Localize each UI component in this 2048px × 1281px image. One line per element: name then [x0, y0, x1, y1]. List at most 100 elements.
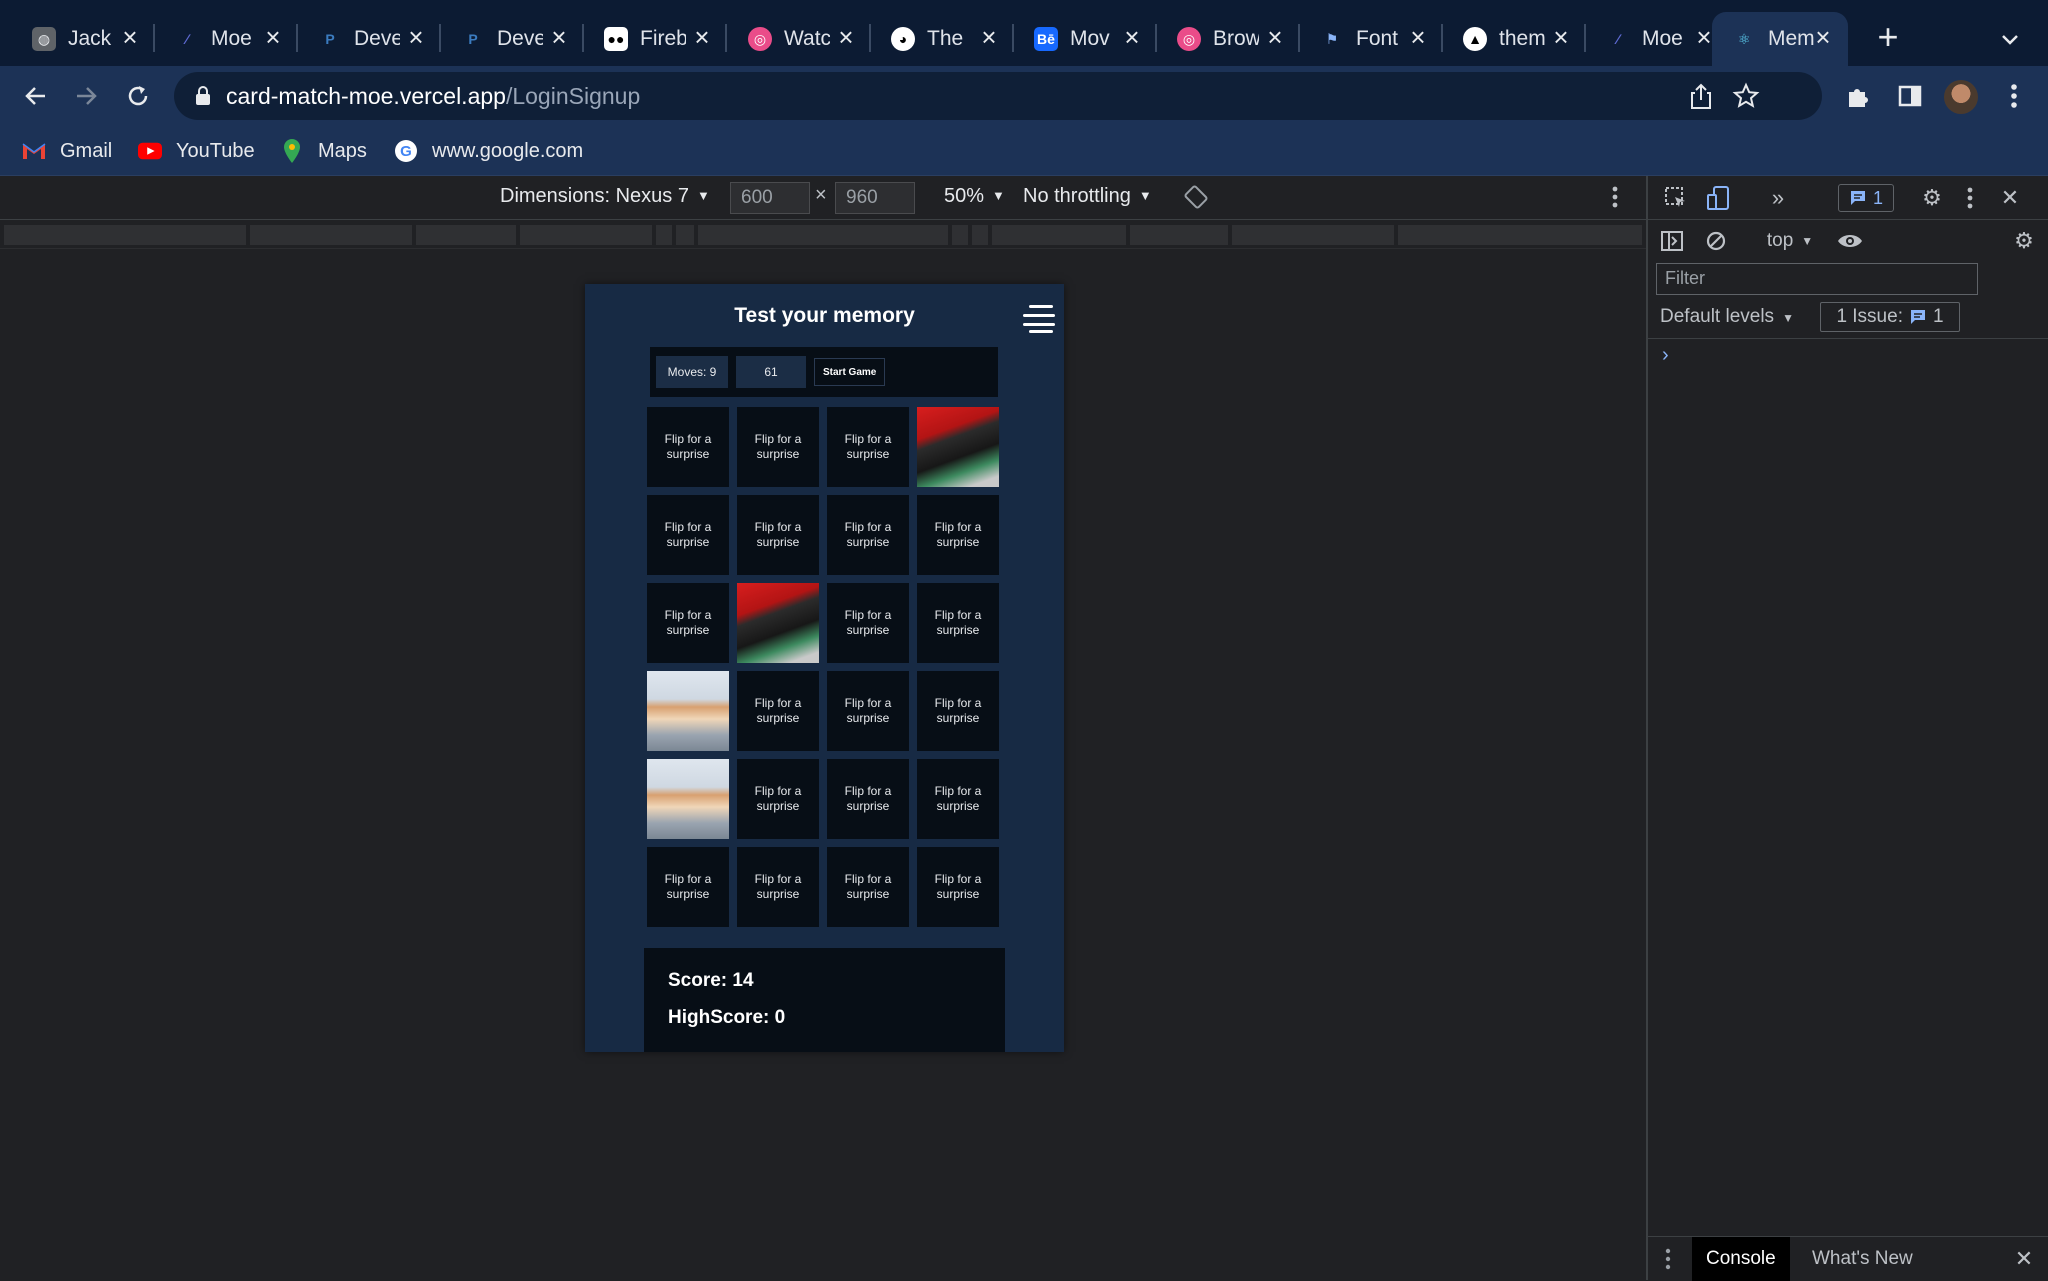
memory-card[interactable]: Flip for a surprise: [917, 495, 999, 575]
memory-card[interactable]: Flip for a surprise: [647, 495, 729, 575]
rotate-icon[interactable]: [1184, 185, 1208, 215]
tab-close-icon[interactable]: ×: [548, 24, 570, 50]
tab-close-icon[interactable]: ×: [1550, 24, 1572, 50]
issues-counter[interactable]: 1 Issue: 1: [1820, 302, 1960, 332]
context-select[interactable]: top ▼: [1760, 227, 1820, 255]
tab-close-icon[interactable]: ×: [405, 24, 427, 50]
browser-tab[interactable]: ◎ Watc ×: [728, 12, 871, 66]
new-tab-button[interactable]: +: [1870, 19, 1906, 56]
bookmark-star-icon[interactable]: [1732, 82, 1760, 115]
device-width-input[interactable]: 600: [730, 182, 810, 214]
memory-card[interactable]: Flip for a surprise: [737, 407, 819, 487]
back-arrow-icon[interactable]: [18, 78, 54, 114]
tab-close-icon[interactable]: ×: [262, 24, 284, 50]
inspect-element-icon[interactable]: [1662, 184, 1690, 212]
memory-card[interactable]: Flip for a surprise: [737, 847, 819, 927]
share-icon[interactable]: [1688, 82, 1714, 115]
tab-close-icon[interactable]: ×: [835, 24, 857, 50]
tab-close-icon[interactable]: ×: [1812, 24, 1834, 50]
browser-tab[interactable]: ⚛ Mem ×: [1712, 12, 1848, 66]
browser-tab[interactable]: ▲ them ×: [1443, 12, 1586, 66]
device-toggle-icon[interactable]: [1704, 184, 1732, 212]
console-settings-gear-icon[interactable]: ⚙: [2010, 227, 2038, 255]
browser-tab[interactable]: P Deve ×: [298, 12, 441, 66]
hamburger-menu-icon[interactable]: [1023, 303, 1055, 333]
throttling-select[interactable]: No throttling ▼: [1023, 185, 1152, 208]
memory-card[interactable]: Flip for a surprise: [737, 495, 819, 575]
browser-menu-dots-icon[interactable]: [1998, 80, 2030, 112]
bookmark-maps[interactable]: Maps: [280, 136, 367, 166]
tab-title: Moe: [1642, 27, 1683, 50]
memory-card[interactable]: Flip for a surprise: [827, 847, 909, 927]
memory-card[interactable]: Flip for a surprise: [827, 495, 909, 575]
memory-card[interactable]: Flip for a surprise: [647, 583, 729, 663]
console-toolbar: top ▼ ⚙: [1648, 221, 2048, 261]
bookmark-youtube[interactable]: YouTube: [138, 136, 255, 166]
live-expression-eye-icon[interactable]: [1836, 227, 1864, 255]
browser-tab[interactable]: ◕ The ×: [871, 12, 1014, 66]
device-toolbar-menu-icon[interactable]: [1612, 185, 1618, 215]
tab-close-icon[interactable]: ×: [1121, 24, 1143, 50]
memory-card-revealed-dog[interactable]: dog: [647, 671, 729, 751]
reload-icon[interactable]: [120, 78, 156, 114]
start-game-button[interactable]: Start Game: [814, 358, 886, 386]
tab-close-icon[interactable]: ×: [691, 24, 713, 50]
close-drawer-icon[interactable]: ✕: [2010, 1245, 2038, 1273]
memory-card[interactable]: Flip for a surprise: [647, 407, 729, 487]
browser-tab[interactable]: ∕ Moe ×: [155, 12, 298, 66]
bookmark-gmail[interactable]: Gmail: [22, 136, 112, 166]
memory-card-revealed-dog[interactable]: dog: [647, 759, 729, 839]
browser-tab[interactable]: ◍ Jack ×: [12, 12, 155, 66]
close-devtools-icon[interactable]: ✕: [1996, 184, 2024, 212]
memory-game-app: Test your memory Moves: 9 61 Start Game …: [585, 284, 1064, 1052]
clear-console-icon[interactable]: [1702, 227, 1730, 255]
memory-card[interactable]: Flip for a surprise: [737, 671, 819, 751]
tab-close-icon[interactable]: ×: [1264, 24, 1286, 50]
media-query-bar[interactable]: [0, 221, 1646, 249]
side-panel-icon[interactable]: [1894, 80, 1926, 112]
more-tabs-chevron-icon[interactable]: »: [1764, 184, 1792, 212]
tab-close-icon[interactable]: ×: [978, 24, 1000, 50]
lock-icon[interactable]: [194, 86, 212, 111]
messages-badge[interactable]: 1: [1838, 184, 1894, 212]
profile-avatar[interactable]: [1944, 80, 1978, 114]
zoom-select[interactable]: 50% ▼: [944, 185, 1005, 208]
memory-card-revealed-cat[interactable]: cat: [737, 583, 819, 663]
address-bar[interactable]: card-match-moe.vercel.app/LoginSignup: [174, 72, 1822, 120]
tab-whats-new[interactable]: What's New: [1798, 1237, 1927, 1281]
log-levels-select[interactable]: Default levels ▼: [1660, 306, 1794, 328]
memory-card[interactable]: Flip for a surprise: [827, 671, 909, 751]
drawer-menu-dots-icon[interactable]: [1654, 1245, 1682, 1273]
bookmark-google[interactable]: G www.google.com: [394, 136, 583, 166]
memory-card[interactable]: Flip for a surprise: [917, 759, 999, 839]
tab-search-chevron-icon[interactable]: [1995, 24, 2025, 54]
tab-close-icon[interactable]: ×: [119, 24, 141, 50]
console-prompt[interactable]: ›: [1662, 344, 1669, 367]
browser-tab[interactable]: P Deve ×: [441, 12, 584, 66]
extensions-puzzle-icon[interactable]: [1842, 80, 1874, 112]
browser-tab[interactable]: ⚑ Font ×: [1300, 12, 1443, 66]
memory-card[interactable]: Flip for a surprise: [827, 759, 909, 839]
url-text[interactable]: card-match-moe.vercel.app/LoginSignup: [226, 83, 640, 110]
forward-arrow-icon[interactable]: [68, 78, 104, 114]
tab-console[interactable]: Console: [1692, 1237, 1790, 1281]
device-height-input[interactable]: 960: [835, 182, 915, 214]
settings-gear-icon[interactable]: ⚙: [1918, 184, 1946, 212]
console-filter-input[interactable]: Filter: [1656, 263, 1978, 295]
devtools-menu-dots-icon[interactable]: [1956, 184, 1984, 212]
sidebar-toggle-icon[interactable]: [1658, 227, 1686, 255]
memory-card[interactable]: Flip for a surprise: [917, 847, 999, 927]
device-dimensions-select[interactable]: Dimensions: Nexus 7 ▼: [500, 185, 710, 208]
browser-tab[interactable]: Bē Mov ×: [1014, 12, 1157, 66]
memory-card[interactable]: Flip for a surprise: [737, 759, 819, 839]
browser-tab[interactable]: ∕ Moe ×: [1586, 12, 1729, 66]
browser-tab[interactable]: ◎ Brow ×: [1157, 12, 1300, 66]
memory-card[interactable]: Flip for a surprise: [647, 847, 729, 927]
memory-card-revealed-cat[interactable]: cat: [917, 407, 999, 487]
memory-card[interactable]: Flip for a surprise: [827, 583, 909, 663]
browser-tab[interactable]: ●● Fireb ×: [584, 12, 727, 66]
memory-card[interactable]: Flip for a surprise: [827, 407, 909, 487]
memory-card[interactable]: Flip for a surprise: [917, 583, 999, 663]
tab-close-icon[interactable]: ×: [1407, 24, 1429, 50]
memory-card[interactable]: Flip for a surprise: [917, 671, 999, 751]
